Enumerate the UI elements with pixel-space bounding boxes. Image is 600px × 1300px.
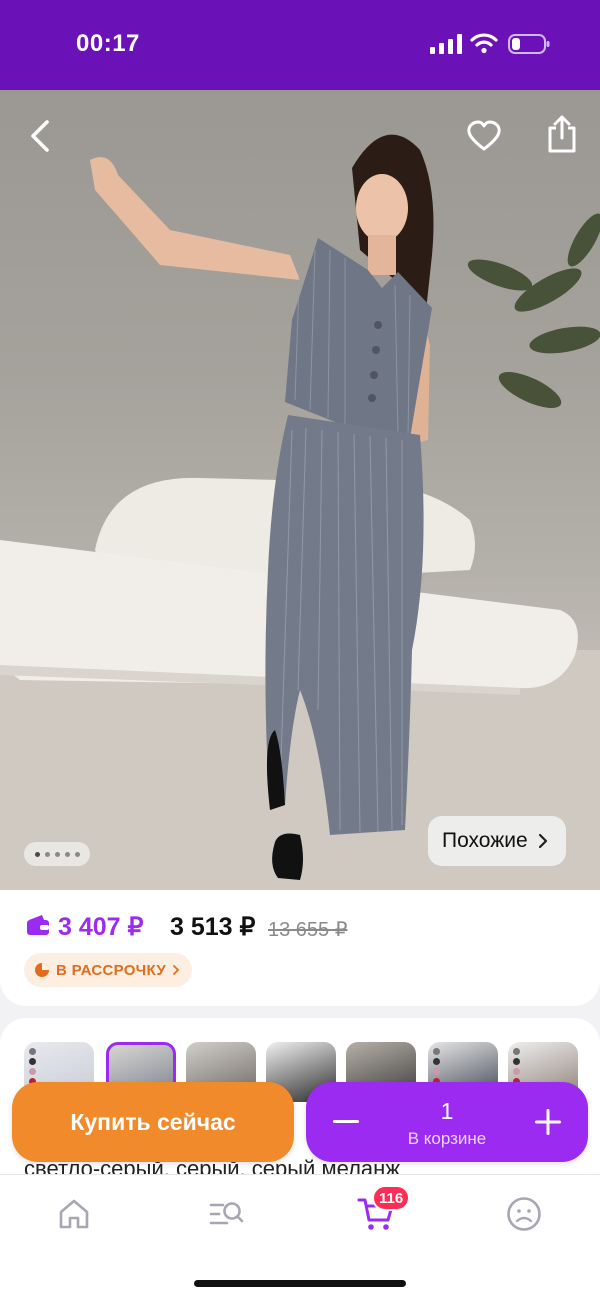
pie-chart-icon — [35, 963, 49, 977]
share-button[interactable] — [540, 112, 584, 156]
page-dot — [74, 851, 80, 857]
installment-label: В РАССРОЧКУ — [56, 961, 166, 979]
old-price: 13 655 ₽ — [268, 919, 348, 941]
status-bar: 00:17 — [0, 0, 600, 90]
page-dot — [34, 851, 40, 857]
wallet-icon — [27, 915, 49, 935]
wallet-price: 3 407 ₽ — [58, 913, 144, 941]
profile-icon — [507, 1197, 541, 1231]
favorite-button[interactable] — [462, 114, 506, 158]
nav-home[interactable] — [50, 1193, 98, 1235]
gallery-pagination — [24, 842, 90, 866]
status-time: 00:17 — [76, 30, 140, 57]
increase-quantity-button[interactable] — [528, 1102, 568, 1142]
color-swatches — [433, 1048, 441, 1085]
page-dot — [64, 851, 70, 857]
cart-quantity-stepper: 1 В корзине — [306, 1082, 588, 1162]
color-swatches — [513, 1048, 521, 1085]
product-page: 00:17 Похожие 3 407 ₽ 3 513 ₽ 13 655 ₽ В… — [0, 0, 600, 1300]
similar-label: Похожие — [442, 829, 528, 852]
heart-icon — [467, 120, 501, 151]
chevron-left-icon — [31, 120, 49, 152]
nav-catalog[interactable] — [202, 1193, 250, 1235]
color-swatches — [29, 1048, 37, 1085]
wifi-icon — [470, 33, 498, 54]
page-dot — [44, 851, 50, 857]
home-indicator — [194, 1280, 406, 1287]
home-icon — [59, 1199, 89, 1229]
product-image-gallery[interactable]: Похожие — [0, 90, 600, 890]
price-section: 3 407 ₽ 3 513 ₽ 13 655 ₽ В РАССРОЧКУ — [0, 890, 600, 1006]
share-icon — [548, 115, 576, 153]
chevron-right-icon — [173, 965, 180, 975]
battery-icon — [508, 34, 550, 54]
buy-now-button[interactable]: Купить сейчас — [12, 1082, 294, 1162]
installment-button[interactable]: В РАССРОЧКУ — [24, 953, 192, 987]
product-photo — [0, 134, 600, 890]
similar-button[interactable]: Похожие — [428, 816, 566, 866]
buy-now-label: Купить сейчас — [70, 1108, 236, 1135]
plus-icon — [535, 1109, 561, 1135]
signal-icon — [430, 34, 462, 54]
nav-profile[interactable] — [500, 1193, 548, 1235]
back-button[interactable] — [18, 114, 62, 158]
page-dot — [54, 851, 60, 857]
catalog-search-icon — [209, 1202, 244, 1225]
chevron-right-icon — [538, 833, 547, 849]
current-price: 3 513 ₽ — [170, 913, 256, 941]
cart-count-badge: 116 — [372, 1185, 411, 1211]
